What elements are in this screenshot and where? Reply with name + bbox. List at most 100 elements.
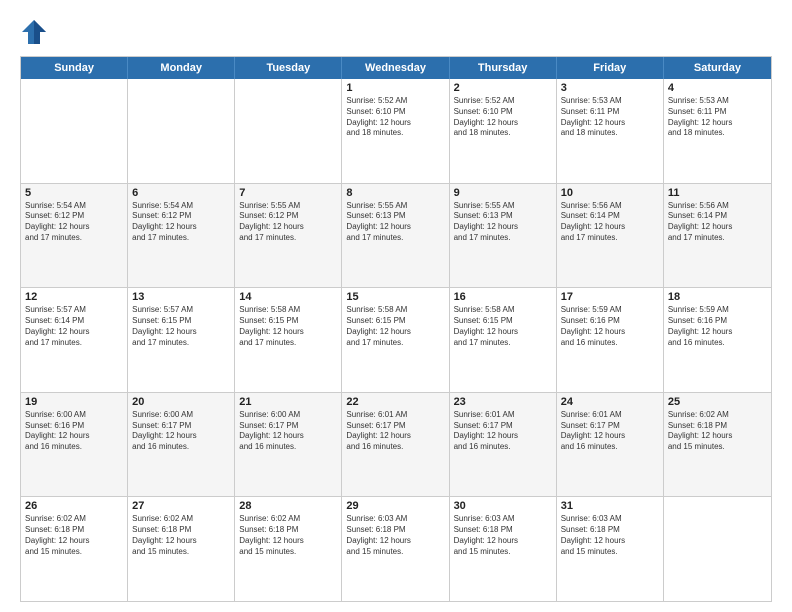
day-info: Sunrise: 5:57 AMSunset: 6:15 PMDaylight:… <box>132 305 230 348</box>
header-cell-thursday: Thursday <box>450 57 557 79</box>
day-cell-6: 6 Sunrise: 5:54 AMSunset: 6:12 PMDaylight… <box>128 184 235 288</box>
day-number: 14 <box>239 291 337 303</box>
day-cell-23: 23Sunrise: 6:01 AMSunset: 6:17 PMDayligh… <box>450 393 557 497</box>
day-cell-1: 1 Sunrise: 5:52 AMSunset: 6:10 PMDaylight… <box>342 79 449 183</box>
day-info: Sunrise: 6:01 AMSunset: 6:17 PMDaylight:… <box>346 410 444 453</box>
day-number: 21 <box>239 396 337 408</box>
day-cell-13: 13 Sunrise: 5:57 AMSunset: 6:15 PMDayligh… <box>128 288 235 392</box>
day-number: 23 <box>454 396 552 408</box>
day-info: Sunrise: 5:58 AMSunset: 6:15 PMDaylight:… <box>454 305 552 348</box>
day-info: Sunrise: 6:00 AMSunset: 6:16 PMDaylight:… <box>25 410 123 453</box>
day-number: 12 <box>25 291 123 303</box>
day-number: 6 <box>132 187 230 199</box>
day-info: Sunrise: 5:59 AMSunset: 6:16 PMDaylight:… <box>561 305 659 348</box>
day-cell-30: 30 Sunrise: 6:03 AMSunset: 6:18 PMDayligh… <box>450 497 557 601</box>
day-number: 15 <box>346 291 444 303</box>
day-number: 3 <box>561 82 659 94</box>
day-number: 13 <box>132 291 230 303</box>
day-number: 28 <box>239 500 337 512</box>
empty-cell <box>128 79 235 183</box>
day-number: 17 <box>561 291 659 303</box>
day-info: Sunrise: 5:55 AMSunset: 6:12 PMDaylight:… <box>239 201 337 244</box>
day-number: 30 <box>454 500 552 512</box>
day-number: 26 <box>25 500 123 512</box>
day-number: 24 <box>561 396 659 408</box>
day-info: Sunrise: 6:03 AMSunset: 6:18 PMDaylight:… <box>346 514 444 557</box>
week-row-5: 26 Sunrise: 6:02 AMSunset: 6:18 PMDayligh… <box>21 496 771 601</box>
day-info: Sunrise: 6:01 AMSunset: 6:17 PMDaylight:… <box>561 410 659 453</box>
day-cell-17: 17 Sunrise: 5:59 AMSunset: 6:16 PMDayligh… <box>557 288 664 392</box>
day-number: 10 <box>561 187 659 199</box>
day-cell-21: 21 Sunrise: 6:00 AMSunset: 6:17 PMDayligh… <box>235 393 342 497</box>
day-number: 25 <box>668 396 767 408</box>
empty-cell <box>235 79 342 183</box>
day-info: Sunrise: 6:02 AMSunset: 6:18 PMDaylight:… <box>668 410 767 453</box>
day-info: Sunrise: 5:58 AMSunset: 6:15 PMDaylight:… <box>346 305 444 348</box>
empty-cell <box>664 497 771 601</box>
day-cell-14: 14 Sunrise: 5:58 AMSunset: 6:15 PMDayligh… <box>235 288 342 392</box>
week-row-1: 1 Sunrise: 5:52 AMSunset: 6:10 PMDaylight… <box>21 79 771 183</box>
day-info: Sunrise: 5:54 AMSunset: 6:12 PMDaylight:… <box>132 201 230 244</box>
week-row-2: 5 Sunrise: 5:54 AMSunset: 6:12 PMDaylight… <box>21 183 771 288</box>
day-number: 18 <box>668 291 767 303</box>
day-number: 9 <box>454 187 552 199</box>
header-cell-wednesday: Wednesday <box>342 57 449 79</box>
day-number: 22 <box>346 396 444 408</box>
day-cell-5: 5Sunrise: 5:54 AMSunset: 6:12 PMDaylight… <box>21 184 128 288</box>
day-cell-24: 24 Sunrise: 6:01 AMSunset: 6:17 PMDayligh… <box>557 393 664 497</box>
day-number: 20 <box>132 396 230 408</box>
day-info: Sunrise: 5:53 AMSunset: 6:11 PMDaylight:… <box>561 96 659 139</box>
day-cell-25: 25 Sunrise: 6:02 AMSunset: 6:18 PMDayligh… <box>664 393 771 497</box>
day-number: 5 <box>25 187 123 199</box>
header-cell-tuesday: Tuesday <box>235 57 342 79</box>
week-row-3: 12 Sunrise: 5:57 AMSunset: 6:14 PMDayligh… <box>21 287 771 392</box>
header-cell-monday: Monday <box>128 57 235 79</box>
page: SundayMondayTuesdayWednesdayThursdayFrid… <box>0 0 792 612</box>
day-cell-27: 27Sunrise: 6:02 AMSunset: 6:18 PMDayligh… <box>128 497 235 601</box>
day-cell-10: 10 Sunrise: 5:56 AMSunset: 6:14 PMDayligh… <box>557 184 664 288</box>
day-info: Sunrise: 5:59 AMSunset: 6:16 PMDaylight:… <box>668 305 767 348</box>
logo-icon <box>20 18 48 46</box>
day-info: Sunrise: 6:03 AMSunset: 6:18 PMDaylight:… <box>454 514 552 557</box>
day-cell-26: 26Sunrise: 6:02 AMSunset: 6:18 PMDayligh… <box>21 497 128 601</box>
day-cell-15: 15 Sunrise: 5:58 AMSunset: 6:15 PMDayligh… <box>342 288 449 392</box>
day-cell-8: 8 Sunrise: 5:55 AMSunset: 6:13 PMDaylight… <box>342 184 449 288</box>
day-info: Sunrise: 5:53 AMSunset: 6:11 PMDaylight:… <box>668 96 767 139</box>
day-number: 11 <box>668 187 767 199</box>
header-cell-sunday: Sunday <box>21 57 128 79</box>
day-info: Sunrise: 6:00 AMSunset: 6:17 PMDaylight:… <box>132 410 230 453</box>
day-info: Sunrise: 5:57 AMSunset: 6:14 PMDaylight:… <box>25 305 123 348</box>
day-cell-22: 22 Sunrise: 6:01 AMSunset: 6:17 PMDayligh… <box>342 393 449 497</box>
header-cell-friday: Friday <box>557 57 664 79</box>
day-info: Sunrise: 5:52 AMSunset: 6:10 PMDaylight:… <box>346 96 444 139</box>
day-cell-2: 2Sunrise: 5:52 AMSunset: 6:10 PMDaylight… <box>450 79 557 183</box>
day-number: 16 <box>454 291 552 303</box>
day-cell-16: 16 Sunrise: 5:58 AMSunset: 6:15 PMDayligh… <box>450 288 557 392</box>
day-info: Sunrise: 6:00 AMSunset: 6:17 PMDaylight:… <box>239 410 337 453</box>
week-row-4: 19 Sunrise: 6:00 AMSunset: 6:16 PMDayligh… <box>21 392 771 497</box>
day-info: Sunrise: 5:55 AMSunset: 6:13 PMDaylight:… <box>454 201 552 244</box>
logo <box>20 18 52 46</box>
day-number: 29 <box>346 500 444 512</box>
day-info: Sunrise: 6:03 AMSunset: 6:18 PMDaylight:… <box>561 514 659 557</box>
day-number: 19 <box>25 396 123 408</box>
day-cell-11: 11Sunrise: 5:56 AMSunset: 6:14 PMDayligh… <box>664 184 771 288</box>
day-cell-29: 29 Sunrise: 6:03 AMSunset: 6:18 PMDayligh… <box>342 497 449 601</box>
day-cell-7: 7Sunrise: 5:55 AMSunset: 6:12 PMDaylight… <box>235 184 342 288</box>
header <box>20 18 772 46</box>
header-cell-saturday: Saturday <box>664 57 771 79</box>
day-cell-28: 28 Sunrise: 6:02 AMSunset: 6:18 PMDayligh… <box>235 497 342 601</box>
day-info: Sunrise: 5:55 AMSunset: 6:13 PMDaylight:… <box>346 201 444 244</box>
day-number: 1 <box>346 82 444 94</box>
day-info: Sunrise: 6:02 AMSunset: 6:18 PMDaylight:… <box>132 514 230 557</box>
day-info: Sunrise: 6:02 AMSunset: 6:18 PMDaylight:… <box>239 514 337 557</box>
day-info: Sunrise: 5:56 AMSunset: 6:14 PMDaylight:… <box>561 201 659 244</box>
calendar-header: SundayMondayTuesdayWednesdayThursdayFrid… <box>21 57 771 79</box>
day-cell-3: 3 Sunrise: 5:53 AMSunset: 6:11 PMDaylight… <box>557 79 664 183</box>
day-number: 8 <box>346 187 444 199</box>
day-cell-12: 12 Sunrise: 5:57 AMSunset: 6:14 PMDayligh… <box>21 288 128 392</box>
day-cell-9: 9 Sunrise: 5:55 AMSunset: 6:13 PMDaylight… <box>450 184 557 288</box>
empty-cell <box>21 79 128 183</box>
day-info: Sunrise: 5:58 AMSunset: 6:15 PMDaylight:… <box>239 305 337 348</box>
day-cell-31: 31Sunrise: 6:03 AMSunset: 6:18 PMDayligh… <box>557 497 664 601</box>
